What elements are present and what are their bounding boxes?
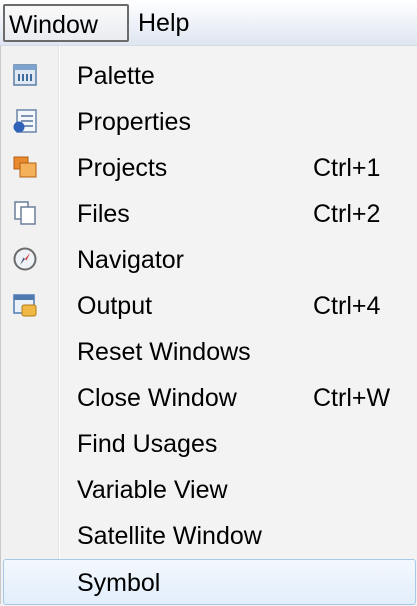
menu-item-label: Navigator <box>77 246 184 274</box>
menu-item-variable-view[interactable]: Variable View <box>3 467 416 513</box>
menu-item-palette[interactable]: Palette <box>3 53 416 99</box>
menu-item-shortcut: Ctrl+2 <box>313 200 381 228</box>
properties-icon <box>12 108 38 134</box>
menu-item-properties[interactable]: Properties <box>3 99 416 145</box>
menu-item-label: Projects <box>77 154 168 182</box>
compass-icon <box>12 246 38 272</box>
help-menu[interactable]: Help <box>136 4 189 42</box>
menu-item-label: Output <box>77 292 153 320</box>
menu-item-shortcut: Ctrl+1 <box>313 154 381 182</box>
menu-item-files[interactable]: Files Ctrl+2 <box>3 191 416 237</box>
menu-item-label: Satellite Window <box>77 522 262 550</box>
menu-item-projects[interactable]: Projects Ctrl+1 <box>3 145 416 191</box>
menu-item-output[interactable]: Output Ctrl+4 <box>3 283 416 329</box>
menu-item-label: Properties <box>77 108 191 136</box>
menu-item-navigator[interactable]: Navigator <box>3 237 416 283</box>
output-icon <box>12 292 38 318</box>
menu-item-shortcut: Ctrl+4 <box>313 292 381 320</box>
palette-icon <box>12 62 38 88</box>
menu-item-shortcut: Ctrl+W <box>313 384 391 412</box>
menu-item-label: Variable View <box>77 476 228 504</box>
menu-item-find-usages[interactable]: Find Usages <box>3 421 416 467</box>
menu-item-label: Files <box>77 200 130 228</box>
menu-item-label: Reset Windows <box>77 338 251 366</box>
menu-item-label: Palette <box>77 62 155 90</box>
menu-item-satellite-window[interactable]: Satellite Window <box>3 513 416 559</box>
menu-item-label: Close Window <box>77 384 237 412</box>
menu-item-reset-windows[interactable]: Reset Windows <box>3 329 416 375</box>
window-menu[interactable]: Window <box>3 4 129 42</box>
menu-bar: Window Help <box>0 0 417 46</box>
files-icon <box>12 200 38 226</box>
projects-icon <box>12 154 38 180</box>
menu-item-close-window[interactable]: Close Window Ctrl+W <box>3 375 416 421</box>
menu-item-label: Symbol <box>77 569 161 597</box>
menu-item-symbol[interactable]: Symbol <box>3 559 416 605</box>
menu-item-label: Find Usages <box>77 430 218 458</box>
window-dropdown-menu: Palette Properties Projects Ctrl+1 Files… <box>0 46 417 605</box>
